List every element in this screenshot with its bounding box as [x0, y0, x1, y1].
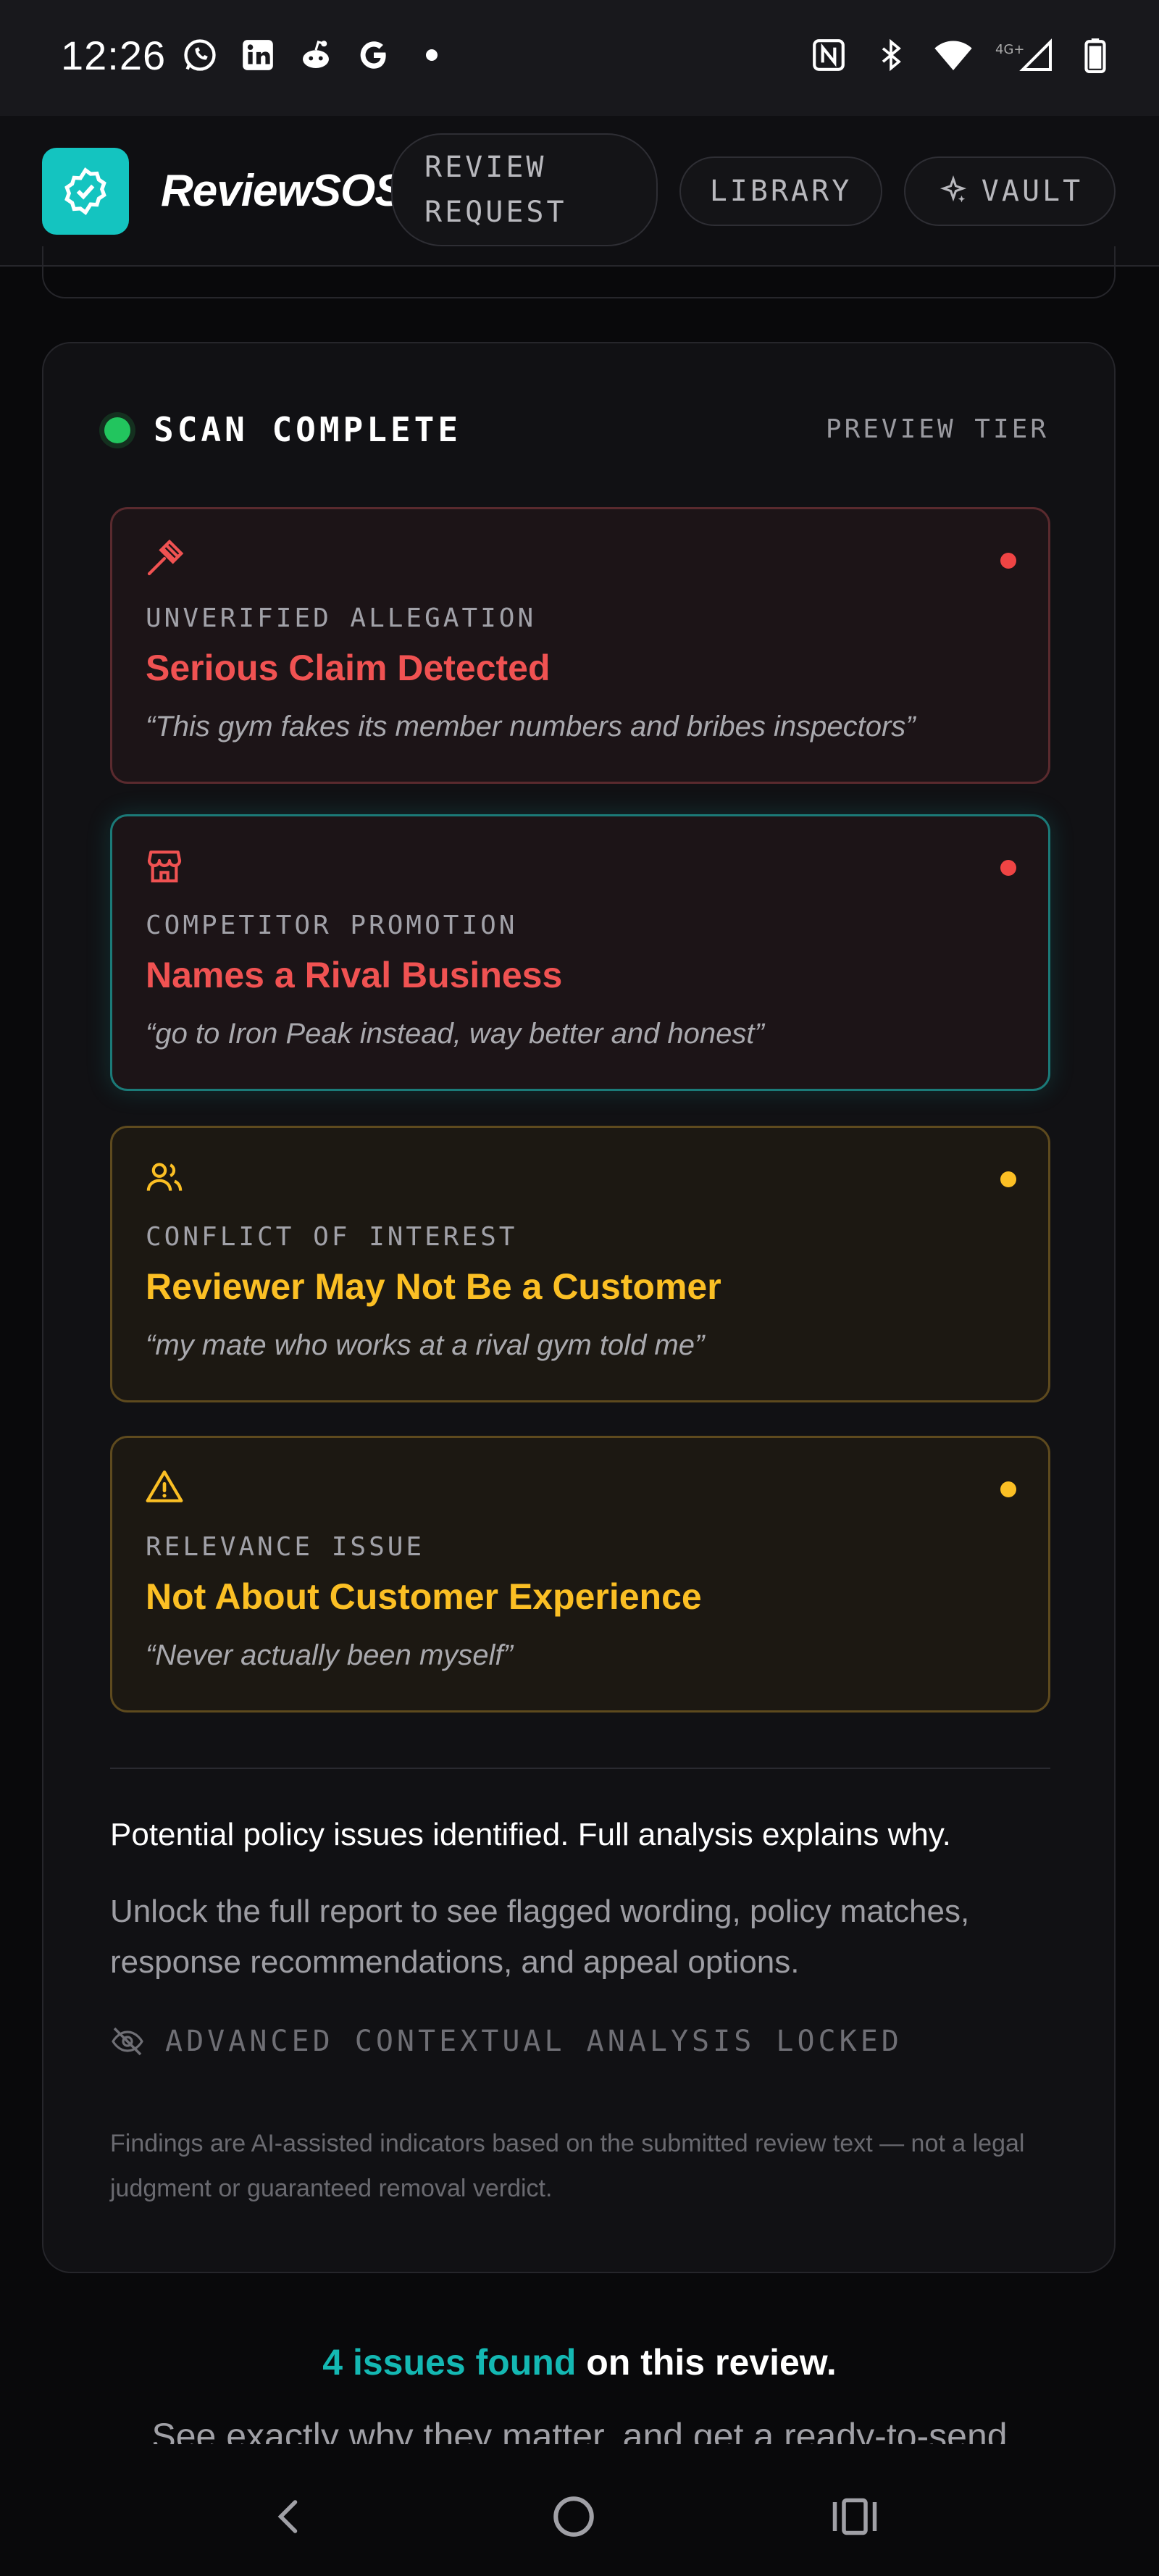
- dot-icon: [411, 35, 452, 75]
- network-label: 4G+: [995, 42, 1024, 57]
- severity-dot: [1000, 1171, 1016, 1187]
- unlock-description: Unlock the full report to see flagged wo…: [110, 1894, 970, 1980]
- nav-review-label-line1: REVIEW: [424, 151, 547, 184]
- system-nav-bar: [0, 2444, 1159, 2576]
- issue-category: COMPETITOR PROMOTION: [146, 911, 518, 940]
- brand-logo[interactable]: [42, 148, 129, 235]
- issue-quote: “go to Iron Peak instead, way better and…: [146, 1018, 764, 1050]
- scan-status-dot: [104, 417, 130, 443]
- store-icon: [144, 845, 185, 886]
- section-divider: [110, 1768, 1050, 1769]
- previous-card-edge: [42, 246, 1116, 298]
- warning-icon: [144, 1467, 185, 1507]
- status-bar: 12:26 4G+: [0, 0, 1159, 116]
- gavel-icon: [144, 538, 185, 579]
- battery-icon: [1075, 35, 1116, 75]
- app-header: ReviewSOS REVIEW REQUEST LIBRARY VAULT: [0, 116, 1159, 267]
- disclaimer-text: Findings are AI-assisted indicators base…: [110, 2130, 1025, 2202]
- issue-category: RELEVANCE ISSUE: [146, 1532, 425, 1562]
- users-icon: [144, 1157, 185, 1197]
- whatsapp-icon: [180, 35, 220, 75]
- nav-vault-label: VAULT: [981, 175, 1084, 208]
- badge-check-icon: [64, 167, 106, 215]
- severity-dot: [1000, 553, 1016, 569]
- wifi-icon: [933, 35, 974, 75]
- issue-category: UNVERIFIED ALLEGATION: [146, 603, 537, 633]
- severity-dot: [1000, 1481, 1016, 1497]
- issue-card[interactable]: RELEVANCE ISSUE Not About Customer Exper…: [110, 1436, 1050, 1713]
- nav-library-button[interactable]: LIBRARY: [679, 156, 882, 226]
- home-button[interactable]: [545, 2488, 603, 2546]
- severity-dot: [1000, 860, 1016, 876]
- issue-quote: “This gym fakes its member numbers and b…: [146, 711, 916, 743]
- nav-review-request-button[interactable]: REVIEW REQUEST: [391, 133, 658, 246]
- summary-text: Potential policy issues identified. Full…: [110, 1817, 951, 1852]
- scan-status-title: SCAN COMPLETE: [154, 410, 462, 449]
- issue-card[interactable]: CONFLICT OF INTEREST Reviewer May Not Be…: [110, 1126, 1050, 1402]
- issue-category: CONFLICT OF INTEREST: [146, 1222, 518, 1252]
- locked-feature-row: ADVANCED CONTEXTUAL ANALYSIS LOCKED: [110, 2024, 903, 2059]
- issue-title: Serious Claim Detected: [146, 648, 551, 688]
- issue-quote: “Never actually been myself”: [146, 1639, 513, 1671]
- issues-count: 4 issues found: [322, 2342, 577, 2383]
- issue-quote: “my mate who works at a rival gym told m…: [146, 1329, 705, 1361]
- reddit-icon: [296, 35, 336, 75]
- issue-title: Names a Rival Business: [146, 955, 563, 995]
- signal-4g-icon: 4G+: [995, 35, 1053, 75]
- sparkle-icon: [940, 175, 966, 203]
- recents-button[interactable]: [826, 2488, 884, 2546]
- issue-title: Not About Customer Experience: [146, 1576, 702, 1617]
- eye-off-icon: [112, 2027, 143, 2056]
- locked-feature-label: ADVANCED CONTEXTUAL ANALYSIS LOCKED: [165, 2025, 903, 2058]
- issue-title: Reviewer May Not Be a Customer: [146, 1266, 721, 1307]
- issues-found-heading: 4 issues found on this review.: [0, 2341, 1159, 2383]
- bluetooth-icon: [871, 35, 911, 75]
- nav-vault-button[interactable]: VAULT: [904, 156, 1116, 226]
- brand-name[interactable]: ReviewSOS: [161, 165, 405, 217]
- nav-library-label: LIBRARY: [709, 175, 853, 208]
- status-time: 12:26: [61, 33, 167, 78]
- linkedin-icon: [238, 35, 278, 75]
- issue-card[interactable]: UNVERIFIED ALLEGATION Serious Claim Dete…: [110, 507, 1050, 784]
- nav-review-label-line2: REQUEST: [424, 196, 567, 229]
- nfc-icon: [808, 35, 849, 75]
- scan-results-card: SCAN COMPLETE PREVIEW TIER UNVERIFIED AL…: [42, 342, 1116, 2273]
- recents-icon: [832, 2498, 877, 2535]
- back-button[interactable]: [261, 2488, 319, 2546]
- tier-label: PREVIEW TIER: [825, 414, 1049, 444]
- home-circle-icon: [553, 2496, 594, 2537]
- issue-card[interactable]: COMPETITOR PROMOTION Names a Rival Busin…: [110, 814, 1050, 1091]
- google-icon: [353, 35, 394, 75]
- cta-description-partial: See exactly why they matter, and get a r…: [151, 2416, 1008, 2444]
- chevron-left-icon: [277, 2500, 298, 2533]
- issues-suffix: on this review.: [576, 2342, 837, 2383]
